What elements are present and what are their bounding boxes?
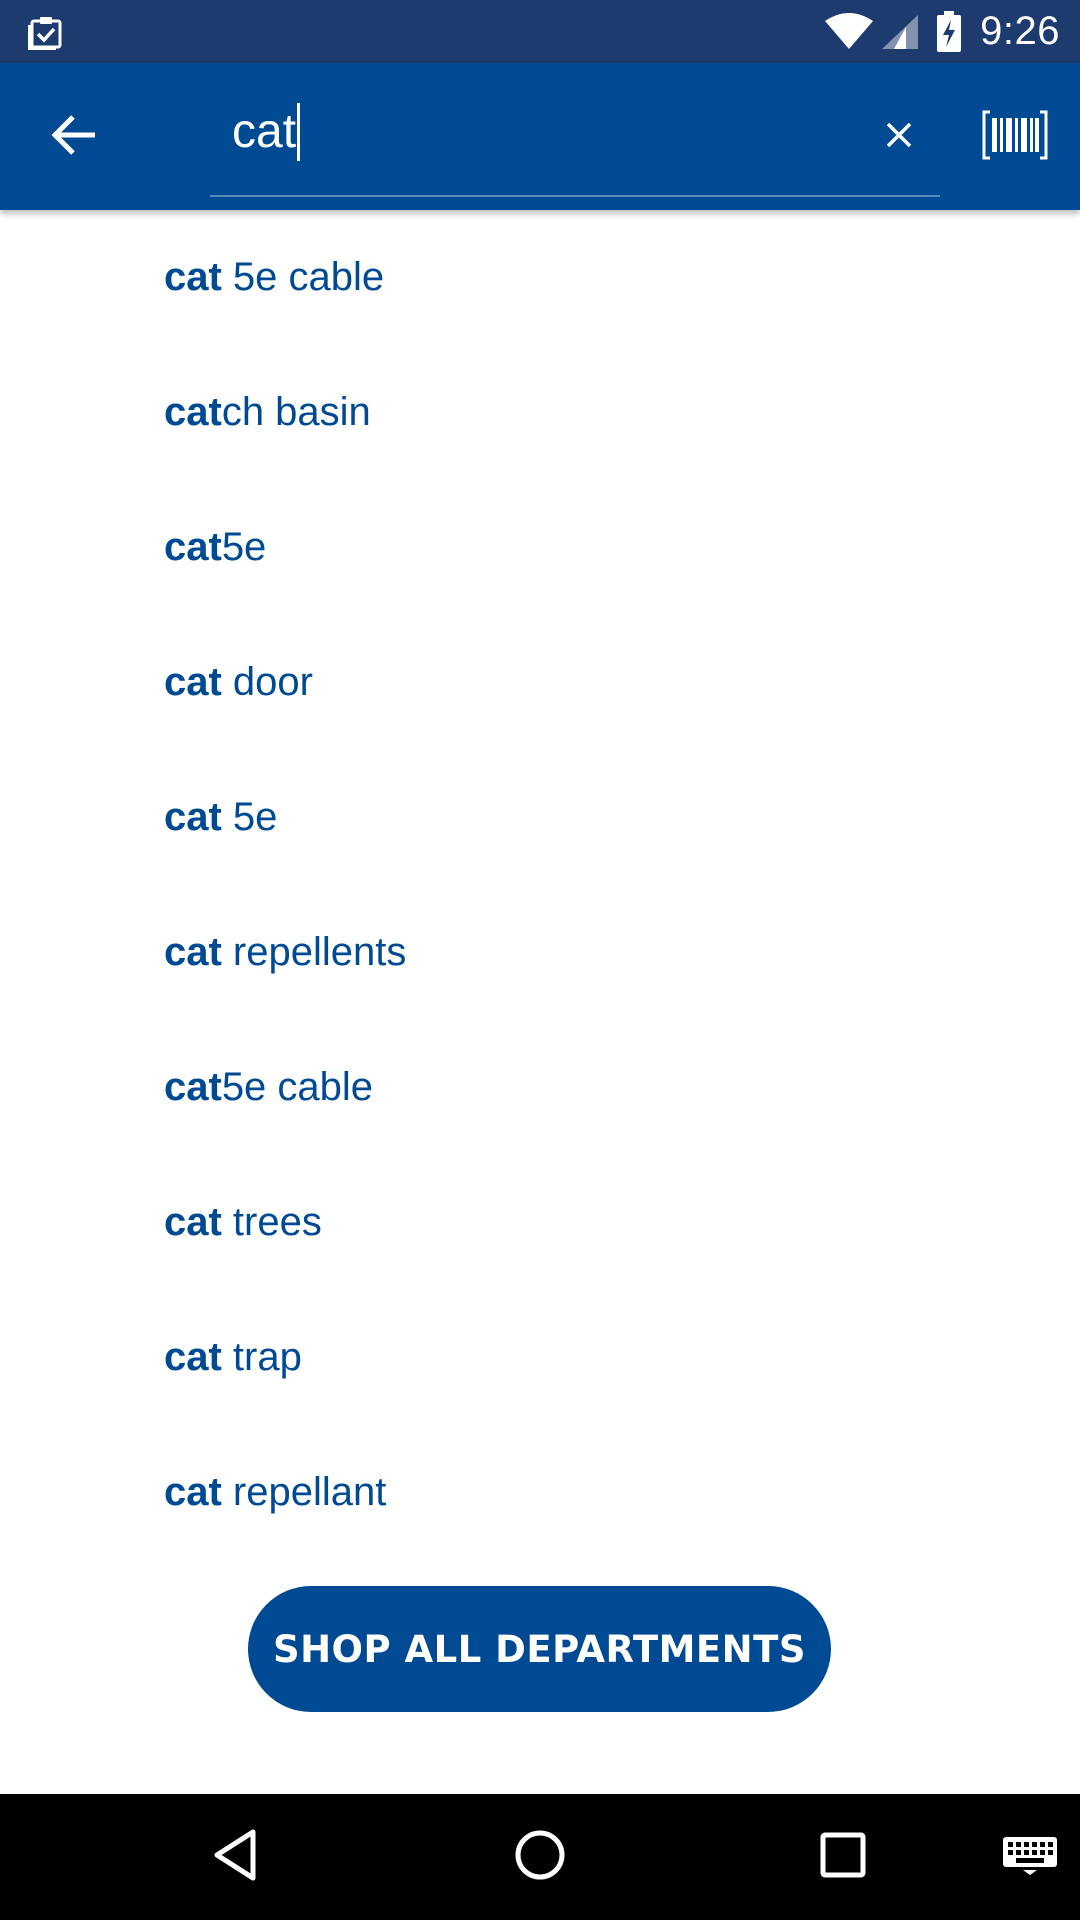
clear-search-button[interactable] [870, 108, 928, 166]
suggestion-match: cat [164, 1470, 222, 1514]
suggestion-rest: 5e [221, 795, 278, 839]
nav-home-button[interactable] [507, 1824, 573, 1890]
suggestion-item[interactable]: cat ch basin [0, 345, 1080, 480]
suggestion-rest: trap [221, 1335, 302, 1379]
suggestion-item[interactable]: cat 5e cable [0, 210, 1080, 345]
suggestion-rest: door [221, 660, 313, 704]
app-bar: cat [0, 63, 1080, 210]
text-caret [297, 103, 301, 161]
nav-back-icon [211, 1828, 259, 1887]
suggestion-item[interactable]: cat trap [0, 1290, 1080, 1425]
wifi-icon [824, 12, 874, 51]
suggestion-match: cat [164, 660, 222, 704]
suggestion-rest: 5e cable [221, 1065, 374, 1109]
battery-charging-icon [936, 10, 962, 53]
search-input[interactable]: cat [232, 103, 301, 161]
search-value: cat [232, 105, 297, 158]
suggestion-match: cat [164, 525, 222, 569]
suggestion-match: cat [164, 255, 222, 299]
suggestion-match: cat [164, 795, 222, 839]
keyboard-switch-button[interactable] [995, 1824, 1065, 1890]
suggestion-match: cat [164, 1065, 222, 1109]
suggestion-rest: repellant [221, 1470, 387, 1514]
suggestion-item[interactable]: cat repellant [0, 1425, 1080, 1560]
barcode-scan-button[interactable] [980, 107, 1050, 167]
system-nav-bar [0, 1794, 1080, 1920]
screen: 9:26 cat cat 5e cable cat ch basin cat 5… [0, 0, 1080, 1920]
suggestion-item[interactable]: cat 5e [0, 480, 1080, 615]
shop-all-departments-button[interactable]: SHOP ALL DEPARTMENTS [248, 1586, 831, 1712]
suggestion-item[interactable]: cat repellents [0, 885, 1080, 1020]
suggestion-match: cat [164, 1335, 222, 1379]
nav-recents-icon [819, 1831, 867, 1884]
suggestion-rest: repellents [221, 930, 407, 974]
suggestion-item[interactable]: cat door [0, 615, 1080, 750]
suggestion-match: cat [164, 1200, 222, 1244]
suggestion-item[interactable]: cat 5e cable [0, 1020, 1080, 1155]
close-icon [885, 121, 913, 154]
suggestion-item[interactable]: cat trees [0, 1155, 1080, 1290]
keyboard-icon [1001, 1835, 1059, 1880]
clipboard-check-icon [26, 12, 66, 52]
nav-recents-button[interactable] [810, 1824, 876, 1890]
barcode-scan-icon [982, 110, 1048, 165]
suggestion-rest: 5e cable [221, 255, 385, 299]
back-button[interactable] [40, 103, 108, 171]
suggestion-rest: trees [221, 1200, 322, 1244]
suggestion-list: cat 5e cable cat ch basin cat 5e cat door … [0, 210, 1080, 1560]
nav-home-icon [513, 1828, 567, 1887]
suggestion-rest: 5e [221, 525, 267, 569]
suggestion-item[interactable]: cat 5e [0, 750, 1080, 885]
status-time: 9:26 [980, 9, 1060, 53]
status-bar: 9:26 [0, 0, 1080, 63]
suggestion-rest: ch basin [221, 390, 371, 434]
status-icons: 9:26 [824, 0, 1060, 63]
suggestion-match: cat [164, 930, 222, 974]
arrow-left-icon [51, 114, 97, 161]
search-field[interactable]: cat [210, 63, 940, 197]
suggestion-match: cat [164, 390, 222, 434]
nav-back-button[interactable] [202, 1824, 268, 1890]
cell-signal-icon [880, 13, 920, 51]
